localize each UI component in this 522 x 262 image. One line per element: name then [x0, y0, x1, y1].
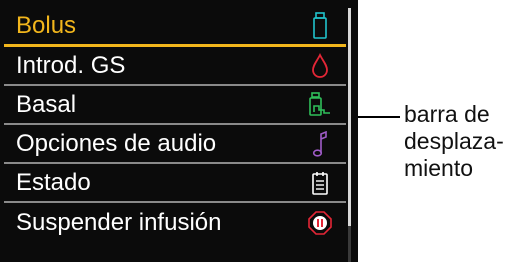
callout-line-3: miento	[404, 155, 474, 181]
main-menu: Bolus Introd. GS Basal Opciones de audio…	[4, 8, 346, 242]
callout-line-2: desplaza-	[404, 128, 504, 154]
callout-line-1: barra de	[404, 101, 490, 127]
menu-item-label: Suspender infusión	[16, 208, 222, 236]
menu-item-label: Bolus	[16, 12, 77, 39]
pump-menu-screen: Bolus Introd. GS Basal Opciones de audio…	[0, 0, 358, 262]
scrollbar-thumb[interactable]	[348, 8, 351, 226]
menu-item-label: Introd. GS	[16, 51, 126, 79]
blood-drop-icon	[308, 52, 332, 80]
callout-leader-line	[358, 116, 400, 118]
menu-item-basal[interactable]: Basal	[4, 86, 346, 125]
menu-item-label: Basal	[16, 90, 77, 118]
menu-item-label: Opciones de audio	[16, 129, 217, 157]
scrollbar-callout-label: barra de desplaza- miento	[404, 101, 520, 182]
menu-item-label: Estado	[16, 168, 91, 196]
basal-rate-icon	[308, 91, 332, 119]
menu-item-bg-entry[interactable]: Introd. GS	[4, 47, 346, 86]
menu-item-suspend-delivery[interactable]: Suspender infusión	[4, 203, 346, 242]
menu-item-status[interactable]: Estado	[4, 164, 346, 203]
menu-item-bolus[interactable]: Bolus	[4, 8, 346, 47]
menu-item-audio-options[interactable]: Opciones de audio	[4, 125, 346, 164]
music-note-icon	[308, 130, 332, 158]
clipboard-icon	[308, 169, 332, 197]
insulin-vial-icon	[308, 12, 332, 40]
stop-sign-icon	[308, 209, 332, 237]
scrollbar[interactable]	[348, 8, 351, 262]
